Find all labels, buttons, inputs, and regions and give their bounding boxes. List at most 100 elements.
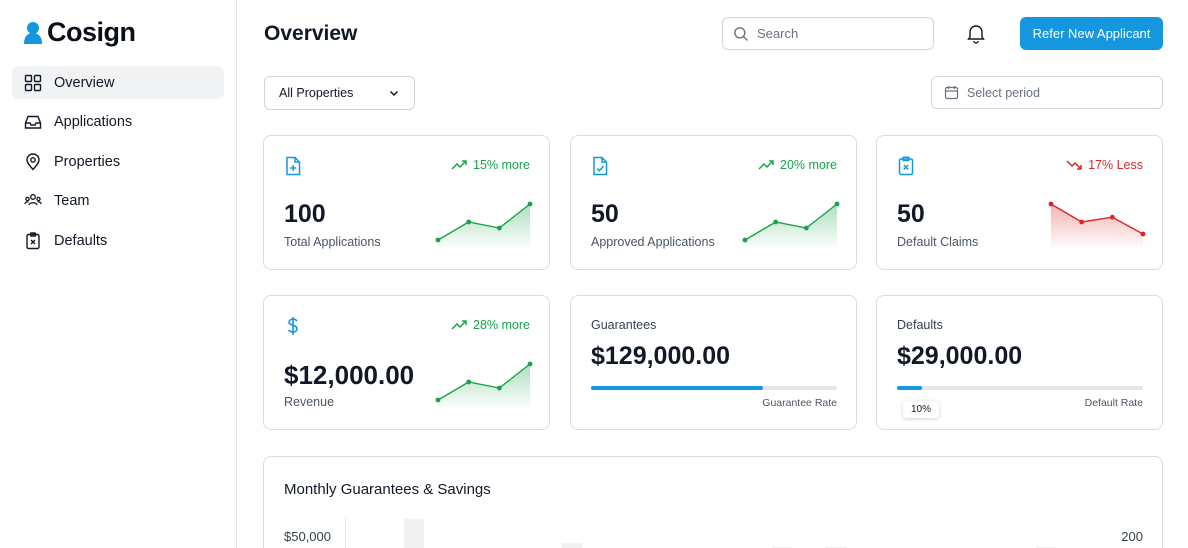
period-placeholder: Select period xyxy=(967,85,1040,100)
sidebar-item-label: Overview xyxy=(54,74,115,91)
monthly-chart-card: Monthly Guarantees & Savings $50,000 200 xyxy=(263,456,1163,548)
guarantee-rate-bar xyxy=(591,386,837,390)
logo[interactable]: Cosign xyxy=(23,17,136,48)
bell-icon[interactable] xyxy=(965,22,987,44)
sparkline-point xyxy=(742,237,748,243)
stat-card-approved-applications: 20% more 50 Approved Applications xyxy=(570,135,857,270)
stat-value: $12,000.00 xyxy=(284,360,415,390)
grid-icon xyxy=(24,74,42,91)
sparkline-point xyxy=(1109,214,1115,220)
trend-up-icon xyxy=(758,160,774,170)
stat-value: 100 xyxy=(284,200,326,228)
sidebar-item-label: Properties xyxy=(54,153,121,170)
stat-label: Total Applications xyxy=(284,235,381,249)
file-plus-icon xyxy=(286,156,301,176)
cosign-logo-icon xyxy=(24,21,42,44)
sparkline-point xyxy=(1048,201,1054,207)
monthly-bars xyxy=(404,519,1056,548)
bar xyxy=(404,519,424,548)
brand-name: Cosign xyxy=(47,17,136,47)
trend-text: 17% Less xyxy=(1088,158,1143,172)
chevron-down-icon xyxy=(389,90,399,97)
sparkline-point xyxy=(1140,231,1146,237)
trend-indicator: 17% Less xyxy=(1066,158,1143,172)
sidebar-item-defaults[interactable]: Defaults xyxy=(12,224,224,257)
sparkline-point xyxy=(1079,219,1085,225)
sparkline-chart xyxy=(435,201,533,250)
sidebar-item-label: Defaults xyxy=(54,232,108,249)
inbox-icon xyxy=(24,115,42,129)
stat-label: Revenue xyxy=(284,395,335,409)
default-rate-tooltip: 10% xyxy=(903,401,940,418)
sidebar-item-label: Team xyxy=(54,193,90,209)
chart-title: Monthly Guarantees & Savings xyxy=(284,481,491,498)
sidebar: Cosign Overview Applications Properties xyxy=(0,0,237,548)
trend-text: 20% more xyxy=(780,158,837,172)
guarantee-rate-label: Guarantee Rate xyxy=(762,397,837,409)
sparkline-point xyxy=(496,225,502,231)
sidebar-item-applications[interactable]: Applications xyxy=(12,106,224,139)
sparkline-point xyxy=(773,219,779,225)
guarantees-card: Guarantees $129,000.00 Guarantee Rate xyxy=(570,295,857,430)
defaults-amount: $29,000.00 xyxy=(897,342,1023,370)
period-picker[interactable]: Select period xyxy=(931,76,1163,109)
search-icon xyxy=(734,26,748,41)
trend-indicator: 20% more xyxy=(758,158,837,172)
sidebar-item-team[interactable]: Team xyxy=(12,185,224,218)
dollar-icon xyxy=(287,317,298,335)
sparkline-point xyxy=(834,201,840,207)
sparkline-point xyxy=(527,361,533,367)
stat-value: 50 xyxy=(591,200,619,228)
sparkline-chart xyxy=(1048,201,1146,250)
trend-up-icon xyxy=(451,160,467,170)
search-input[interactable] xyxy=(757,26,917,41)
sparkline-point xyxy=(466,219,472,225)
sparkline-area xyxy=(438,364,530,410)
trend-text: 28% more xyxy=(473,318,530,332)
sparkline-point xyxy=(496,385,502,391)
sidebar-nav: Overview Applications Properties Team De… xyxy=(12,66,224,264)
sparkline-point xyxy=(803,225,809,231)
clipboard-x-icon xyxy=(26,231,40,249)
sparkline-chart xyxy=(435,361,533,410)
trend-text: 15% more xyxy=(473,158,530,172)
default-rate-fill xyxy=(897,386,922,390)
sparkline-area xyxy=(438,204,530,250)
defaults-card: Defaults $29,000.00 Default Rate 10% xyxy=(876,295,1163,430)
page-title: Overview xyxy=(264,22,358,45)
sparkline-point xyxy=(435,237,441,243)
users-icon xyxy=(24,194,42,206)
stat-value: 50 xyxy=(897,200,925,228)
bar xyxy=(562,543,582,548)
property-select[interactable]: All Properties xyxy=(264,76,415,110)
default-rate-bar[interactable] xyxy=(897,386,1143,390)
calendar-icon xyxy=(944,86,959,100)
sparkline-point xyxy=(527,201,533,207)
guarantees-amount: $129,000.00 xyxy=(591,342,731,370)
sidebar-item-label: Applications xyxy=(54,114,133,130)
map-pin-icon xyxy=(26,152,40,171)
stat-label: Approved Applications xyxy=(591,235,715,249)
sparkline-point xyxy=(435,397,441,403)
default-rate-label: Default Rate xyxy=(1084,397,1143,409)
guarantee-rate-fill xyxy=(591,386,764,390)
defaults-label: Defaults xyxy=(897,318,943,332)
sparkline-chart xyxy=(742,201,840,250)
refer-new-applicant-button[interactable]: Refer New Applicant xyxy=(1020,17,1163,50)
y-axis-left-top-label: $50,000 xyxy=(284,529,331,544)
property-select-value: All Properties xyxy=(279,86,354,100)
sparkline-area xyxy=(745,204,837,250)
sidebar-item-properties[interactable]: Properties xyxy=(12,145,224,178)
trend-indicator: 28% more xyxy=(451,318,530,332)
trend-down-icon xyxy=(1066,160,1082,170)
clipboard-x-icon xyxy=(898,156,914,176)
stat-card-default-claims: 17% Less 50 Default Claims xyxy=(876,135,1163,270)
file-check-icon xyxy=(593,156,608,176)
guarantees-label: Guarantees xyxy=(591,318,657,332)
stat-label: Default Claims xyxy=(897,235,979,249)
sidebar-item-overview[interactable]: Overview xyxy=(12,66,224,99)
stat-card-total-applications: 15% more 100 Total Applications xyxy=(263,135,550,270)
search-box[interactable] xyxy=(722,17,934,50)
sparkline-point xyxy=(466,379,472,385)
trend-up-icon xyxy=(451,320,467,330)
